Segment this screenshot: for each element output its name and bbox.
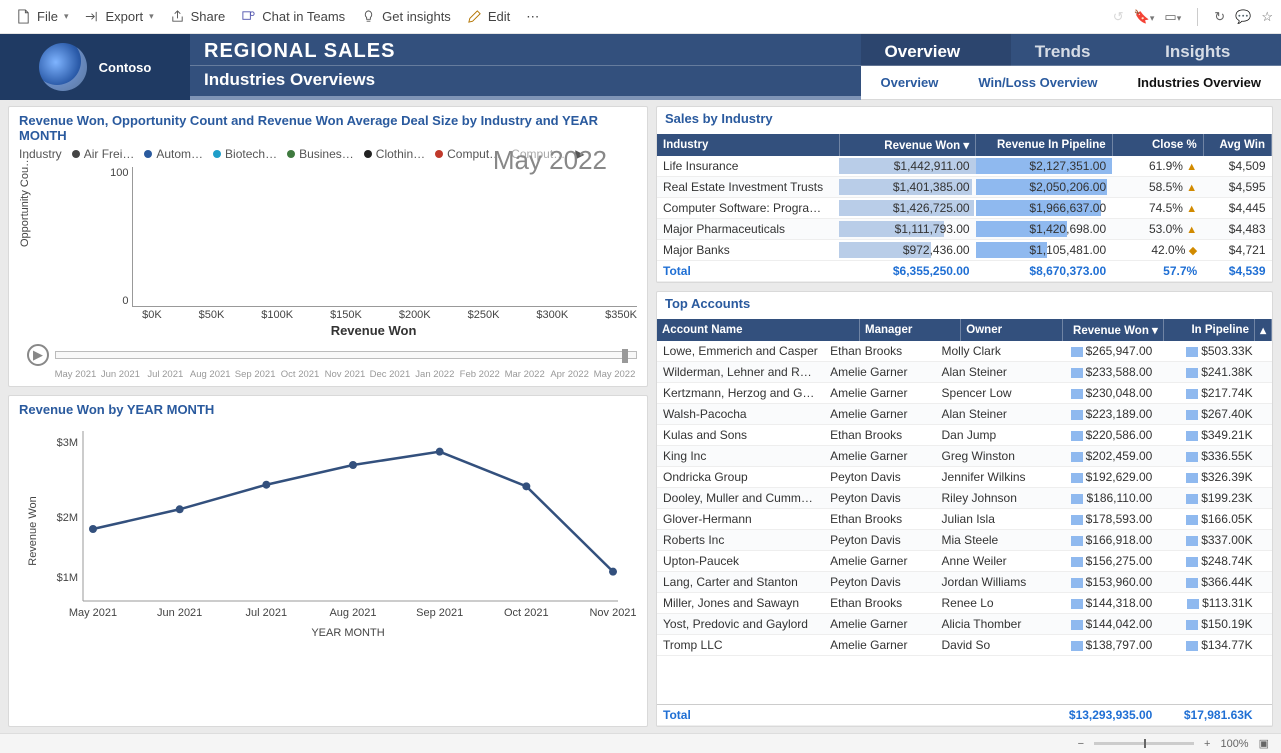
scatter-x-title: Revenue Won bbox=[110, 323, 637, 338]
table-row[interactable]: Upton-PaucekAmelie GarnerAnne Weiler$156… bbox=[657, 551, 1272, 572]
table-row[interactable]: Real Estate Investment Trusts$1,401,385.… bbox=[657, 177, 1272, 198]
tab-overview[interactable]: Overview bbox=[861, 34, 1011, 66]
trend-up-icon: ▲ bbox=[1186, 182, 1197, 194]
line-chart: Revenue Won $3M $2M $1M May 2021 Jun 2021… bbox=[19, 421, 637, 641]
table-row[interactable]: Roberts IncPeyton DavisMia Steele$166,91… bbox=[657, 530, 1272, 551]
sub-nav: Overview Win/Loss Overview Industries Ov… bbox=[861, 66, 1281, 100]
get-insights-button[interactable]: Get insights bbox=[353, 5, 459, 28]
table-row[interactable]: King IncAmelie GarnerGreg Winston$202,45… bbox=[657, 446, 1272, 467]
trend-up-icon: ▲ bbox=[1186, 224, 1197, 236]
app-toolbar: File▾ Export▾ Share Chat in Teams Get in… bbox=[0, 0, 1281, 34]
subtab-overview[interactable]: Overview bbox=[861, 69, 959, 96]
table-row[interactable]: Wilderman, Lehner and RunteAmelie Garner… bbox=[657, 362, 1272, 383]
export-icon bbox=[84, 9, 99, 24]
svg-text:Sep 2021: Sep 2021 bbox=[416, 607, 463, 619]
table-row[interactable]: Computer Software: Progra…$1,426,725.00$… bbox=[657, 198, 1272, 219]
top-accounts-title: Top Accounts bbox=[657, 292, 1272, 315]
comment-icon[interactable]: 💬 bbox=[1235, 9, 1251, 25]
status-bar: − + 100% ▣ bbox=[0, 733, 1281, 753]
zoom-out-button[interactable]: − bbox=[1078, 738, 1084, 750]
table-row[interactable]: Lang, Carter and StantonPeyton DavisJord… bbox=[657, 572, 1272, 593]
subtab-industries[interactable]: Industries Overview bbox=[1117, 69, 1281, 96]
file-menu[interactable]: File▾ bbox=[8, 5, 76, 28]
scroll-up-icon[interactable]: ▴ bbox=[1254, 319, 1271, 341]
scatter-visual[interactable]: Revenue Won, Opportunity Count and Reven… bbox=[8, 106, 648, 387]
report-title: REGIONAL SALES bbox=[190, 34, 861, 66]
svg-text:Nov 2021: Nov 2021 bbox=[589, 607, 636, 619]
sort-down-icon[interactable]: ▾ bbox=[1152, 325, 1158, 337]
trend-up-icon: ▲ bbox=[1186, 161, 1197, 173]
teams-icon bbox=[241, 9, 256, 24]
svg-text:Jun 2021: Jun 2021 bbox=[157, 607, 202, 619]
svg-text:$1M: $1M bbox=[57, 572, 78, 584]
play-axis-slider[interactable] bbox=[55, 351, 637, 359]
bookmark-icon[interactable]: 🔖▾ bbox=[1134, 9, 1155, 25]
fit-page-icon[interactable]: ▣ bbox=[1259, 737, 1269, 750]
table-row[interactable]: Life Insurance$1,442,911.00$2,127,351.00… bbox=[657, 156, 1272, 177]
lightbulb-icon bbox=[361, 9, 376, 24]
zoom-in-button[interactable]: + bbox=[1204, 738, 1210, 750]
brand-name: Contoso bbox=[99, 60, 152, 75]
trend-up-icon: ▲ bbox=[1186, 203, 1197, 215]
tab-insights[interactable]: Insights bbox=[1141, 34, 1281, 66]
reset-icon[interactable]: ↺ bbox=[1113, 9, 1124, 25]
share-button[interactable]: Share bbox=[162, 5, 234, 28]
report-canvas: Revenue Won, Opportunity Count and Reven… bbox=[0, 100, 1281, 733]
report-subtitle: Industries Overviews bbox=[190, 66, 861, 100]
chevron-down-icon: ▾ bbox=[64, 11, 69, 22]
export-menu[interactable]: Export▾ bbox=[76, 5, 161, 28]
table-row[interactable]: Major Pharmaceuticals$1,111,793.00$1,420… bbox=[657, 219, 1272, 240]
table-row[interactable]: Major Banks$972,436.00$1,105,481.0042.0%… bbox=[657, 240, 1272, 261]
svg-text:May 2021: May 2021 bbox=[69, 607, 117, 619]
svg-text:Oct 2021: Oct 2021 bbox=[504, 607, 549, 619]
view-mode-icon[interactable]: ▭▾ bbox=[1164, 9, 1181, 25]
play-axis-watermark: May 2022 bbox=[493, 145, 607, 176]
total-label: Total bbox=[657, 705, 824, 726]
chat-teams-button[interactable]: Chat in Teams bbox=[233, 5, 353, 28]
scatter-y-label: Opportunity Cou… bbox=[19, 155, 31, 246]
svg-text:YEAR MONTH: YEAR MONTH bbox=[311, 627, 384, 639]
file-icon bbox=[16, 9, 31, 24]
top-accounts-visual[interactable]: Top Accounts Account Name Manager Owner … bbox=[656, 291, 1273, 727]
zoom-slider[interactable] bbox=[1094, 742, 1194, 745]
table-row[interactable]: Dooley, Muller and CummerataPeyton Davis… bbox=[657, 488, 1272, 509]
svg-text:Aug 2021: Aug 2021 bbox=[329, 607, 376, 619]
table-row[interactable]: Glover-HermannEthan BrooksJulian Isla$17… bbox=[657, 509, 1272, 530]
svg-text:$2M: $2M bbox=[57, 512, 78, 524]
svg-text:$3M: $3M bbox=[57, 437, 78, 449]
refresh-icon[interactable]: ↻ bbox=[1214, 9, 1225, 25]
favorite-icon[interactable]: ☆ bbox=[1261, 9, 1273, 25]
brand-logo: Contoso bbox=[0, 34, 190, 100]
sales-by-industry-visual[interactable]: Sales by Industry Industry Revenue Won ▾… bbox=[656, 106, 1273, 283]
table-row[interactable]: Tromp LLCAmelie GarnerDavid So$138,797.0… bbox=[657, 635, 1272, 656]
svg-text:Jul 2021: Jul 2021 bbox=[246, 607, 288, 619]
tab-trends[interactable]: Trends bbox=[1011, 34, 1141, 66]
table-row[interactable]: Miller, Jones and SawaynEthan BrooksRene… bbox=[657, 593, 1272, 614]
table-row[interactable]: Walsh-PacochaAmelie GarnerAlan Steiner$2… bbox=[657, 404, 1272, 425]
scatter-plot-area bbox=[132, 167, 637, 307]
line-y-label: Revenue Won bbox=[27, 496, 39, 566]
table-row[interactable]: Lowe, Emmerich and CasperEthan BrooksMol… bbox=[657, 341, 1272, 362]
more-menu[interactable]: ⋯ bbox=[518, 5, 547, 29]
pencil-icon bbox=[467, 9, 482, 24]
play-axis-button[interactable]: ▶ bbox=[27, 344, 49, 366]
trend-warning-icon: ◆ bbox=[1189, 245, 1197, 257]
table-row[interactable]: Yost, Predovic and GaylordAmelie GarnerA… bbox=[657, 614, 1272, 635]
subtab-winloss[interactable]: Win/Loss Overview bbox=[958, 69, 1117, 96]
zoom-level: 100% bbox=[1220, 738, 1248, 750]
table-row[interactable]: Ondricka GroupPeyton DavisJennifer Wilki… bbox=[657, 467, 1272, 488]
table-row[interactable]: Kertzmann, Herzog and GerholdAmelie Garn… bbox=[657, 383, 1272, 404]
line-title: Revenue Won by YEAR MONTH bbox=[19, 402, 637, 417]
scatter-title: Revenue Won, Opportunity Count and Reven… bbox=[19, 113, 637, 143]
sort-down-icon[interactable]: ▾ bbox=[963, 140, 969, 152]
sales-by-industry-title: Sales by Industry bbox=[657, 107, 1272, 130]
report-header: Contoso REGIONAL SALES Overview Trends I… bbox=[0, 34, 1281, 100]
table-row[interactable]: Kulas and SonsEthan BrooksDan Jump$220,5… bbox=[657, 425, 1272, 446]
edit-button[interactable]: Edit bbox=[459, 5, 518, 28]
line-visual[interactable]: Revenue Won by YEAR MONTH Revenue Won $3… bbox=[8, 395, 648, 727]
logo-icon bbox=[39, 43, 87, 91]
share-icon bbox=[170, 9, 185, 24]
chevron-down-icon: ▾ bbox=[149, 11, 154, 22]
